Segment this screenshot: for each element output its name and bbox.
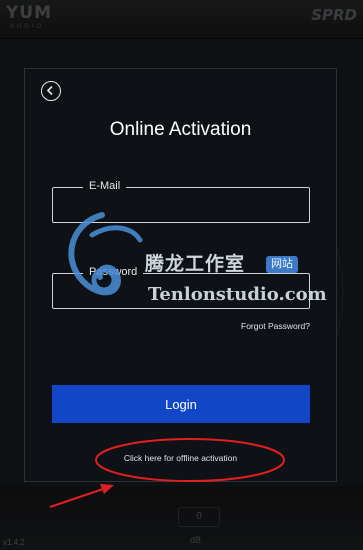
red-annotation [49, 438, 285, 508]
